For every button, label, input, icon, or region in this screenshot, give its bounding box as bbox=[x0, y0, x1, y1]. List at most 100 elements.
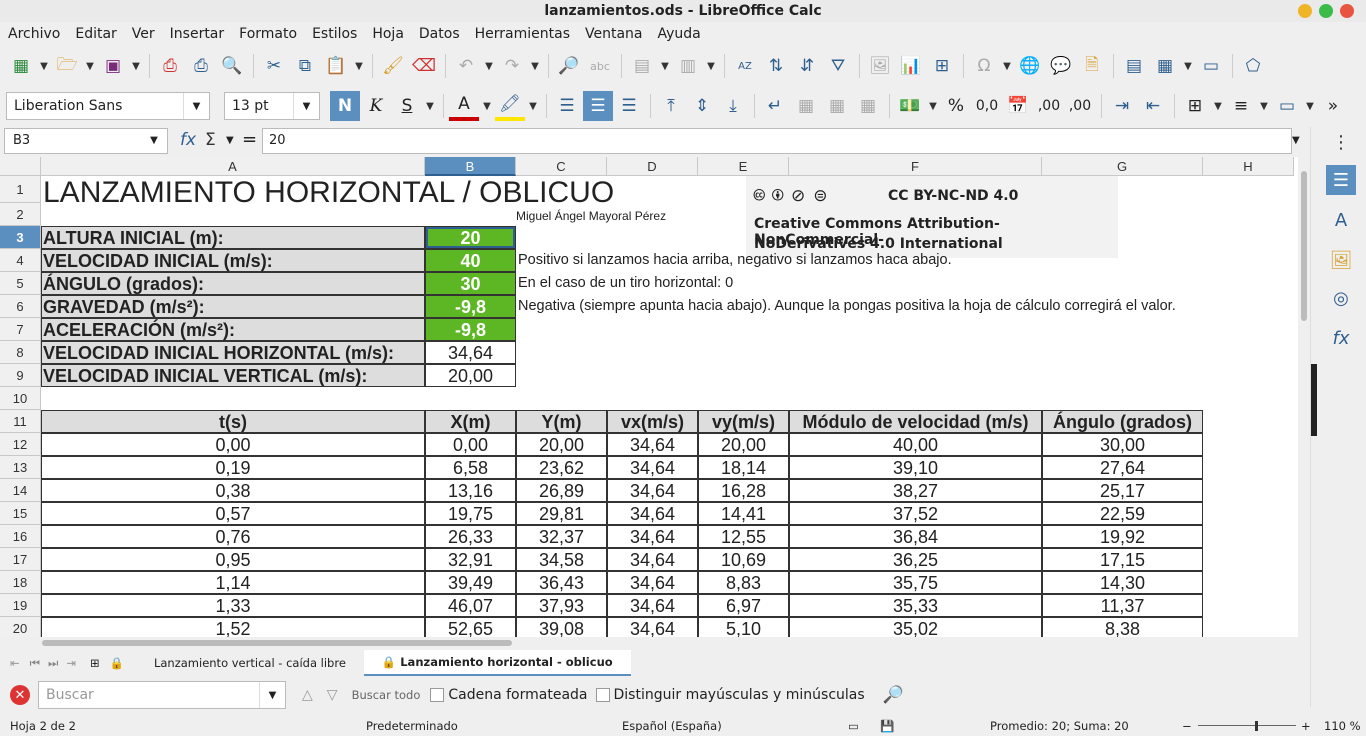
cut-icon[interactable]: ✂ bbox=[259, 51, 289, 81]
row-header[interactable]: 10 bbox=[0, 387, 41, 410]
open-dropdown-icon[interactable]: ▼ bbox=[83, 51, 97, 81]
styles-icon[interactable]: A bbox=[1326, 205, 1356, 235]
table-cell[interactable]: 34,64 bbox=[607, 571, 698, 594]
table-cell[interactable]: 27,64 bbox=[1042, 456, 1203, 479]
param-label[interactable]: ÁNGULO (grados): bbox=[41, 272, 425, 295]
table-cell[interactable]: 34,64 bbox=[607, 479, 698, 502]
formatted-checkbox-wrap[interactable]: Cadena formateada bbox=[430, 687, 588, 703]
find-replace-icon[interactable]: 🔎 bbox=[883, 685, 904, 705]
copy-icon[interactable]: ⧉ bbox=[290, 51, 320, 81]
table-cell[interactable]: 17,15 bbox=[1042, 548, 1203, 571]
table-cell[interactable]: 34,58 bbox=[516, 548, 607, 571]
table-cell[interactable]: 0,00 bbox=[425, 433, 516, 456]
undo-icon[interactable]: ↶ bbox=[451, 51, 481, 81]
row-header[interactable]: 4 bbox=[0, 249, 41, 272]
param-label[interactable]: VELOCIDAD INICIAL HORIZONTAL (m/s): bbox=[41, 341, 425, 364]
param-note[interactable]: Negativa (siempre apunta hacia abajo). A… bbox=[516, 295, 1203, 318]
border-style-icon[interactable]: ≡ bbox=[1226, 91, 1256, 121]
table-cell[interactable]: 39,08 bbox=[516, 617, 607, 637]
zoom-level[interactable]: 110 % bbox=[1324, 716, 1361, 736]
row-header[interactable]: 9 bbox=[0, 364, 41, 387]
table-cell[interactable]: 5,10 bbox=[698, 617, 789, 637]
special-char-dropdown-icon[interactable]: ▼ bbox=[1000, 51, 1014, 81]
menu-item-8[interactable]: Herramientas bbox=[475, 22, 570, 46]
param-value[interactable]: 30 bbox=[425, 272, 516, 295]
table-cell[interactable]: 22,59 bbox=[1042, 502, 1203, 525]
clone-format-icon[interactable]: 🖌 bbox=[378, 51, 408, 81]
table-cell[interactable]: 29,81 bbox=[516, 502, 607, 525]
param-value[interactable]: -9,8 bbox=[425, 295, 516, 318]
param-label[interactable]: VELOCIDAD INICIAL VERTICAL (m/s): bbox=[41, 364, 425, 387]
table-cell[interactable]: 8,38 bbox=[1042, 617, 1203, 637]
navigator-icon[interactable]: ◎ bbox=[1326, 283, 1356, 313]
table-cell[interactable]: 11,37 bbox=[1042, 594, 1203, 617]
row-icon[interactable]: ▤ bbox=[627, 51, 657, 81]
match-case-checkbox-wrap[interactable]: Distinguir mayúsculas y minúsculas bbox=[595, 687, 865, 703]
highlight-color-icon[interactable]: 🖍 bbox=[495, 91, 525, 121]
row-header[interactable]: 7 bbox=[0, 318, 41, 341]
table-cell[interactable]: 40,00 bbox=[789, 433, 1042, 456]
italic-button[interactable]: K bbox=[361, 91, 391, 121]
hyperlink-icon[interactable]: 🌐 bbox=[1015, 51, 1045, 81]
row-header[interactable]: 18 bbox=[0, 571, 41, 594]
param-note[interactable]: Positivo si lanzamos hacia arriba, negat… bbox=[516, 249, 1203, 272]
merge-center-icon[interactable]: ▦ bbox=[791, 91, 821, 121]
new-dropdown-icon[interactable]: ▼ bbox=[37, 51, 51, 81]
table-cell[interactable]: 35,75 bbox=[789, 571, 1042, 594]
chevron-down-icon[interactable]: ▼ bbox=[141, 129, 167, 153]
next-sheet-icon[interactable]: ⏭ bbox=[48, 656, 58, 671]
chevron-down-icon[interactable]: ▼ bbox=[259, 682, 285, 708]
table-cell[interactable]: 36,84 bbox=[789, 525, 1042, 548]
percent-button[interactable]: % bbox=[941, 91, 971, 121]
table-cell[interactable]: 0,19 bbox=[41, 456, 425, 479]
borders-icon[interactable]: ⊞ bbox=[1180, 91, 1210, 121]
table-cell[interactable]: 8,83 bbox=[698, 571, 789, 594]
column-header[interactable]: B bbox=[425, 157, 516, 176]
insert-chart-icon[interactable]: 📊 bbox=[896, 51, 926, 81]
spelling-icon[interactable]: abc bbox=[585, 51, 615, 81]
merge-cells-icon[interactable]: ▦ bbox=[822, 91, 852, 121]
param-label[interactable]: VELOCIDAD INICIAL (m/s): bbox=[41, 249, 425, 272]
table-cell[interactable]: 6,97 bbox=[698, 594, 789, 617]
undo-dropdown-icon[interactable]: ▼ bbox=[482, 51, 496, 81]
table-cell[interactable]: 34,64 bbox=[607, 594, 698, 617]
gallery-icon[interactable]: 🖼 bbox=[1326, 245, 1356, 275]
comment-icon[interactable]: 💬 bbox=[1046, 51, 1076, 81]
table-cell[interactable]: 26,89 bbox=[516, 479, 607, 502]
border-color-dropdown-icon[interactable]: ▼ bbox=[1303, 91, 1317, 121]
save-dropdown-icon[interactable]: ▼ bbox=[129, 51, 143, 81]
row-header[interactable]: 8 bbox=[0, 341, 41, 364]
borders-dropdown-icon[interactable]: ▼ bbox=[1211, 91, 1225, 121]
menu-item-1[interactable]: Editar bbox=[75, 22, 116, 46]
table-cell[interactable]: 39,10 bbox=[789, 456, 1042, 479]
param-label[interactable]: GRAVEDAD (m/s²): bbox=[41, 295, 425, 318]
unmerge-cells-icon[interactable]: ▦ bbox=[853, 91, 883, 121]
prev-sheet-icon[interactable]: ⏮ bbox=[30, 656, 40, 671]
table-cell[interactable]: 52,65 bbox=[425, 617, 516, 637]
align-right-icon[interactable]: ☰ bbox=[614, 91, 644, 121]
align-top-icon[interactable]: ⤒ bbox=[656, 91, 686, 121]
export-pdf-icon[interactable]: ⎙ bbox=[155, 51, 185, 81]
clear-format-icon[interactable]: ⌫ bbox=[409, 51, 439, 81]
table-cell[interactable]: 1,14 bbox=[41, 571, 425, 594]
wrap-text-icon[interactable]: ↵ bbox=[760, 91, 790, 121]
properties-icon[interactable]: ☰ bbox=[1326, 165, 1356, 195]
table-cell[interactable]: 34,64 bbox=[607, 548, 698, 571]
table-cell[interactable]: 36,25 bbox=[789, 548, 1042, 571]
save-icon[interactable]: ▣ bbox=[98, 51, 128, 81]
table-cell[interactable]: 14,30 bbox=[1042, 571, 1203, 594]
row-dropdown-icon[interactable]: ▼ bbox=[658, 51, 672, 81]
row-header[interactable]: 15 bbox=[0, 502, 41, 525]
formula-input[interactable]: 20 bbox=[262, 128, 1292, 154]
table-cell[interactable]: 35,02 bbox=[789, 617, 1042, 637]
table-header[interactable]: vx(m/s) bbox=[607, 410, 698, 433]
param-label[interactable]: ACELERACIÓN (m/s²): bbox=[41, 318, 425, 341]
chevron-down-icon[interactable]: ▼ bbox=[293, 93, 319, 119]
table-cell[interactable]: 20,00 bbox=[516, 433, 607, 456]
column-header[interactable]: E bbox=[698, 157, 789, 176]
selection-mode-icon[interactable]: ▭ bbox=[848, 716, 859, 736]
add-sheet-icon[interactable]: ⊞ bbox=[90, 656, 100, 670]
increase-indent-icon[interactable]: ⇥ bbox=[1107, 91, 1137, 121]
underline-button[interactable]: S bbox=[392, 91, 422, 121]
function-wizard-icon[interactable]: fx bbox=[180, 130, 196, 150]
